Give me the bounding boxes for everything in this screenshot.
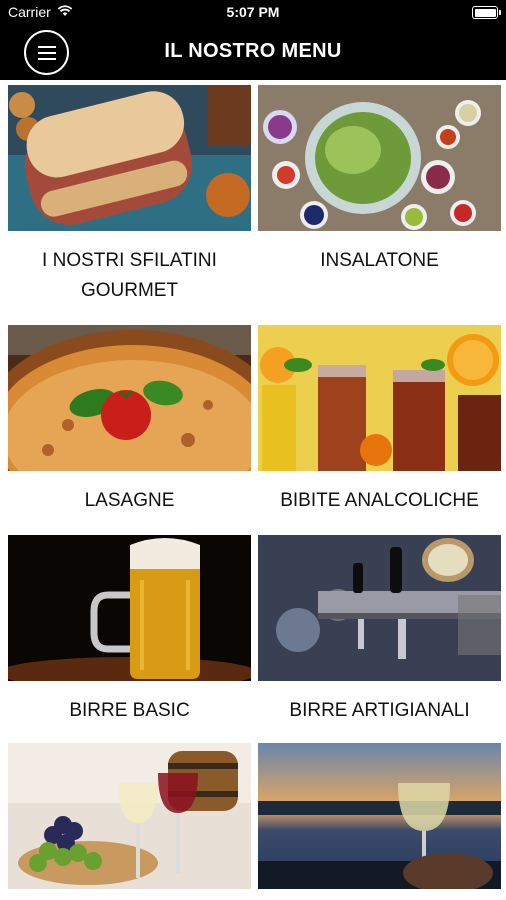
menu-card-birre-basic[interactable]: BIRRE BASIC [8,535,251,726]
sandwich-image [8,85,251,231]
menu-card-bianchi[interactable] [258,743,501,900]
status-bar: Carrier 5:07 PM [0,0,506,26]
menu-card-lasagne[interactable]: LASAGNE [8,325,251,516]
page-title: IL NOSTRO MENU [164,40,342,62]
salad-image [258,85,501,231]
white-wine-sunset-image [258,743,501,889]
soft-drinks-image [258,325,501,471]
menu-card-vini[interactable] [8,743,251,900]
menu-card-bibite[interactable]: BIBITE ANALCOLICHE [258,325,501,516]
menu-card-label: BIBITE ANALCOLICHE [280,490,479,511]
menu-card-label: I NOSTRI SFILATINI GOURMET [42,250,217,301]
menu-card-insalatone[interactable]: INSALATONE [258,85,501,276]
beer-tap-image [258,535,501,681]
battery-icon [472,6,501,19]
beer-mug-image [8,535,251,681]
wine-image [8,743,251,889]
menu-card-birre-artigianali[interactable]: BIRRE ARTIGIANALI [258,535,501,726]
menu-card-label: LASAGNE [84,490,175,511]
menu-card-label: INSALATONE [320,250,439,271]
menu-card-label: BIRRE ARTIGIANALI [289,700,470,721]
nav-bar: IL NOSTRO MENU [0,26,506,80]
lasagne-image [8,325,251,471]
menu-card-label: BIRRE BASIC [69,700,190,721]
status-time: 5:07 PM [226,4,280,20]
menu-card-sfilatini[interactable]: I NOSTRI SFILATINI GOURMET [8,85,251,306]
